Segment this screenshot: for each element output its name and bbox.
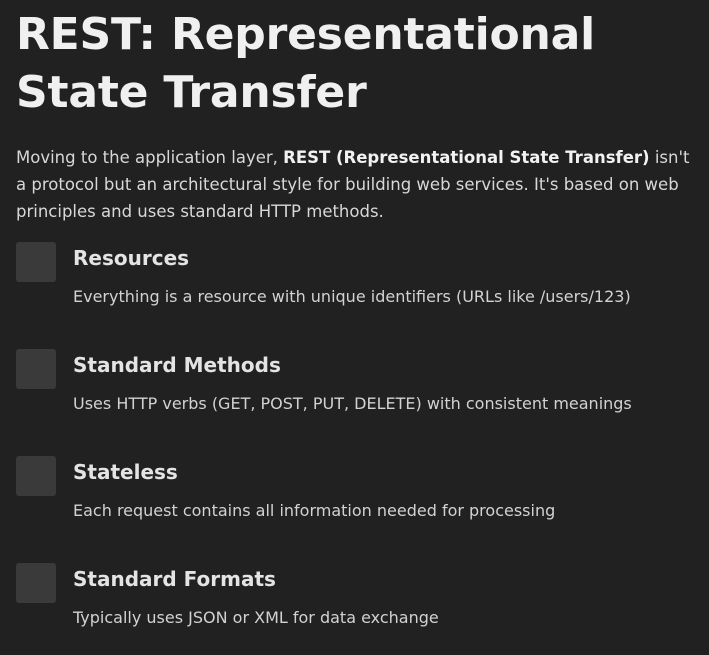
- feature-description: Each request contains all information ne…: [73, 501, 556, 520]
- feature-title: Resources: [73, 246, 190, 270]
- feature-item-stateless: Stateless Each request contains all info…: [16, 456, 696, 563]
- feature-title: Stateless: [73, 460, 178, 484]
- page-title: REST: Representational State Transfer: [16, 9, 596, 118]
- feature-item-resources: Resources Everything is a resource with …: [16, 242, 696, 349]
- intro-text-bold: REST (Representational State Transfer): [283, 148, 650, 167]
- feature-description: Typically uses JSON or XML for data exch…: [73, 608, 439, 627]
- feature-list: Resources Everything is a resource with …: [16, 242, 696, 655]
- page-content: REST: Representational State Transfer Mo…: [16, 6, 696, 655]
- feature-title: Standard Formats: [73, 567, 276, 591]
- feature-description: Uses HTTP verbs (GET, POST, PUT, DELETE)…: [73, 394, 632, 413]
- feature-icon-placeholder: [16, 563, 56, 603]
- feature-description: Everything is a resource with unique ide…: [73, 287, 631, 306]
- intro-paragraph: Moving to the application layer, REST (R…: [16, 144, 696, 225]
- feature-icon-placeholder: [16, 456, 56, 496]
- feature-item-standard-formats: Standard Formats Typically uses JSON or …: [16, 563, 696, 655]
- feature-item-standard-methods: Standard Methods Uses HTTP verbs (GET, P…: [16, 349, 696, 456]
- feature-title: Standard Methods: [73, 353, 281, 377]
- intro-text-before: Moving to the application layer,: [16, 148, 284, 167]
- feature-icon-placeholder: [16, 242, 56, 282]
- feature-icon-placeholder: [16, 349, 56, 389]
